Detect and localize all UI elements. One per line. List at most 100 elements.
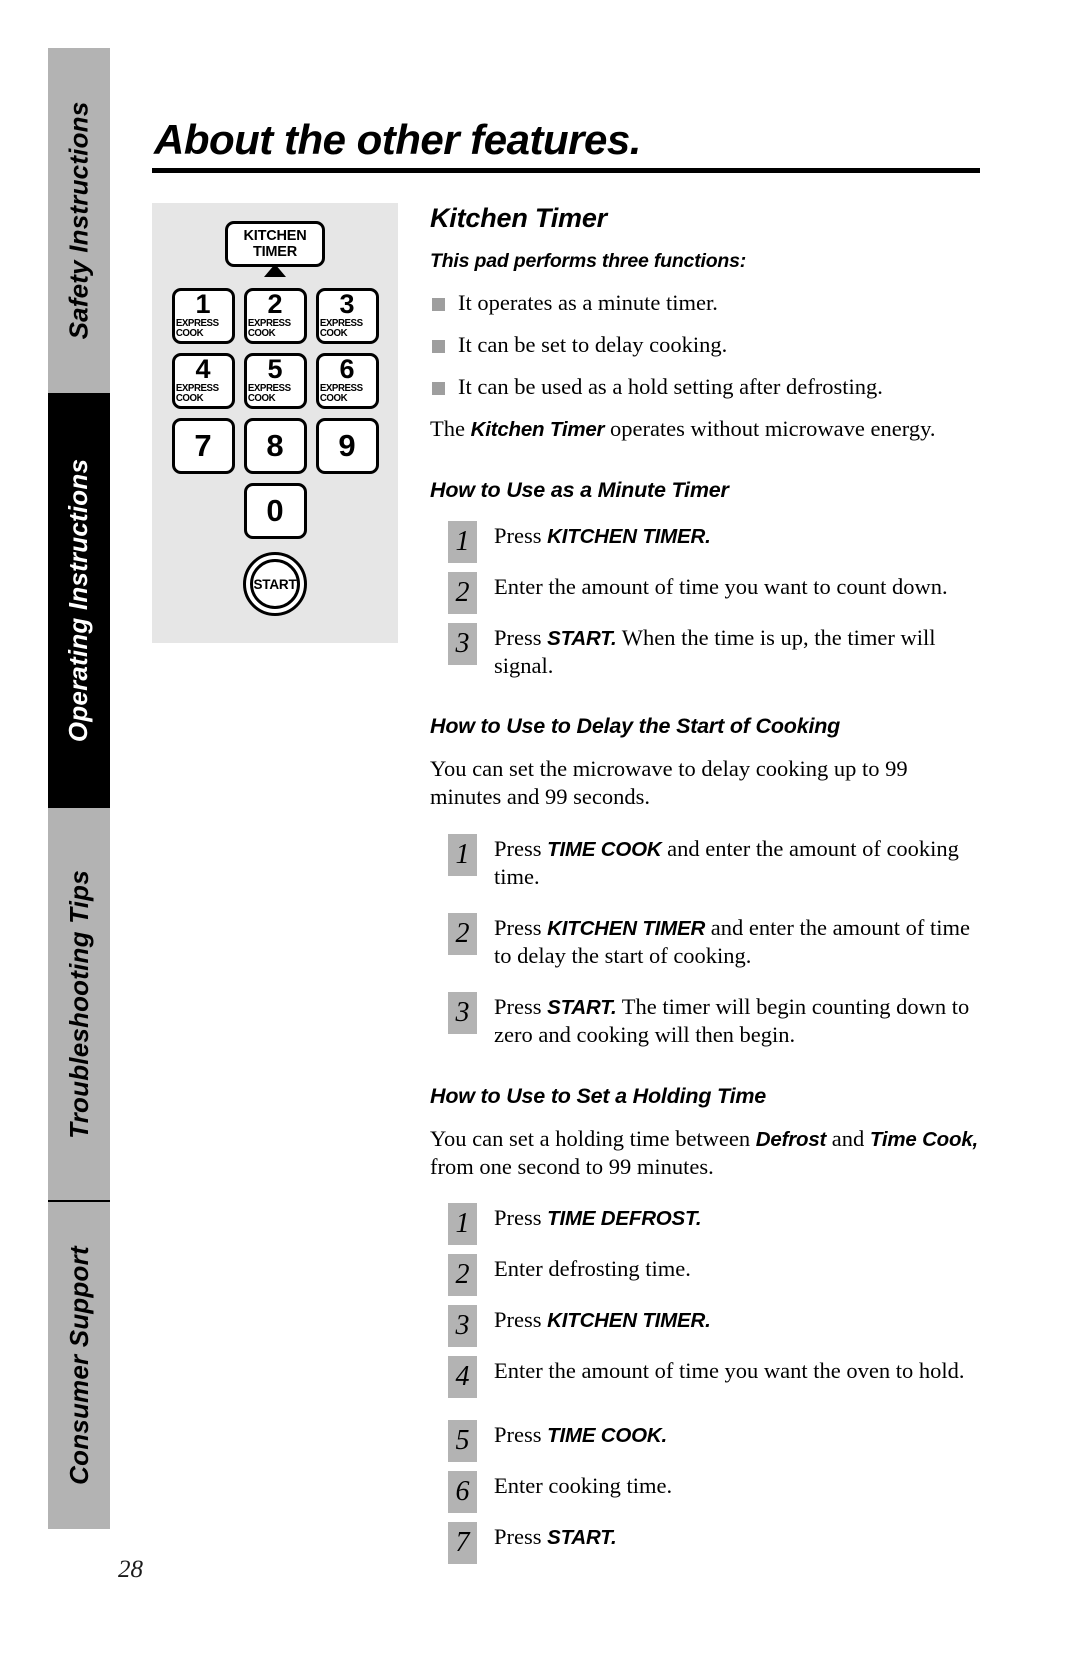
step-text-prefix: Press [494, 835, 548, 861]
list-item: It can be set to delay cooking. [430, 331, 980, 359]
key-7[interactable]: 7 [171, 418, 235, 475]
step-number: 3 [448, 1305, 477, 1348]
key-digit: 0 [266, 492, 284, 528]
step-item: 1 Press TIME COOK and enter the amount o… [448, 832, 980, 891]
step-text-prefix: Enter defrosting time. [494, 1256, 691, 1282]
kitchen-timer-key[interactable]: KITCHEN TIMER [225, 221, 325, 268]
intro-part-1: You can set a holding time between [430, 1125, 756, 1151]
list-item-text: It can be set to delay cooking. [458, 332, 728, 358]
intro-bold-time-cook: Time Cook, [869, 1127, 979, 1151]
key-4[interactable]: 4 EXPRESS COOK [171, 353, 235, 410]
steps-delay-cooking: 1 Press TIME COOK and enter the amount o… [430, 832, 980, 1050]
sidebar-item-troubleshooting-tips[interactable]: Troubleshooting Tips [48, 808, 110, 1201]
key-0[interactable]: 0 [243, 483, 307, 540]
page-number: 28 [118, 1556, 143, 1583]
step-number: 2 [448, 913, 477, 955]
intro-bold-defrost: Defrost [755, 1127, 827, 1151]
keypad-diagram: KITCHEN TIMER 1 EXPRESS COOK 2 EXPRESS C… [152, 203, 398, 644]
step-text: Press START. The timer will begin counti… [494, 990, 980, 1049]
step-text-prefix: Press [494, 1422, 548, 1448]
step-item: 2 Press KITCHEN TIMER and enter the amou… [448, 911, 980, 970]
step-number: 6 [448, 1471, 477, 1514]
step-text-prefix: Press [494, 994, 548, 1020]
step-text: Press KITCHEN TIMER and enter the amount… [494, 911, 980, 970]
key-sublabel: EXPRESS COOK [247, 383, 291, 404]
step-text-bold: TIME DEFROST. [547, 1207, 702, 1231]
step-number: 1 [448, 520, 477, 563]
heading-delay-cooking: How to Use to Delay the Start of Cooking [430, 714, 841, 739]
step-item: 4 Enter the amount of time you want the … [448, 1354, 980, 1399]
key-8[interactable]: 8 [243, 418, 307, 475]
key-1[interactable]: 1 EXPRESS COOK [171, 288, 235, 345]
step-item: 1 Press KITCHEN TIMER. [448, 519, 980, 563]
key-sublabel: EXPRESS COOK [319, 383, 363, 404]
step-number: 3 [448, 992, 477, 1035]
step-item: 1 Press TIME DEFROST. [448, 1201, 980, 1246]
step-text: Press KITCHEN TIMER. [494, 1303, 980, 1334]
step-text-prefix: Press [494, 1205, 548, 1231]
key-sublabel: EXPRESS COOK [175, 318, 219, 339]
key-9[interactable]: 9 [315, 418, 379, 475]
note-prefix: The [430, 416, 471, 442]
step-text-prefix: Press [494, 915, 548, 940]
key-5[interactable]: 5 EXPRESS COOK [243, 353, 307, 410]
key-digit: 2 [267, 289, 283, 320]
step-number: 1 [448, 1203, 477, 1246]
step-number: 1 [448, 833, 477, 876]
step-text: Press KITCHEN TIMER. [494, 519, 980, 550]
key-2[interactable]: 2 EXPRESS COOK [243, 288, 307, 345]
key-digit: 8 [266, 427, 284, 463]
functions-bullet-list: It operates as a minute timer. It can be… [430, 289, 980, 401]
start-button[interactable]: START [243, 552, 307, 617]
steps-holding-time: 1 Press TIME DEFROST. 2 Enter defrosting… [430, 1201, 980, 1565]
holding-time-intro: You can set a holding time between Defro… [430, 1125, 980, 1182]
step-text: Press START. [494, 1520, 980, 1551]
step-item: 7 Press START. [448, 1520, 980, 1565]
key-6[interactable]: 6 EXPRESS COOK [315, 353, 379, 410]
step-text-prefix: Enter the amount of time you want the ov… [494, 1358, 965, 1384]
step-item: 2 Enter defrosting time. [448, 1252, 980, 1297]
manual-page: Safety Instructions Operating Instructio… [0, 0, 1080, 1669]
heading-holding-time: How to Use to Set a Holding Time [430, 1083, 767, 1108]
callout-arrow-icon [264, 264, 286, 278]
step-text-prefix: Enter the amount of time you want to cou… [494, 573, 948, 599]
square-bullet-icon [432, 340, 445, 354]
step-item: 6 Enter cooking time. [448, 1469, 980, 1514]
delay-cooking-intro: You can set the microwave to delay cooki… [430, 756, 908, 810]
list-item-text: It operates as a minute timer. [458, 290, 718, 316]
step-text-bold: KITCHEN TIMER. [547, 1309, 711, 1333]
step-text-bold: TIME COOK [547, 837, 662, 861]
step-text: Enter the amount of time you want the ov… [494, 1354, 980, 1385]
page-title: About the other features. [154, 116, 641, 163]
step-number: 7 [448, 1522, 477, 1565]
step-number: 2 [448, 571, 477, 614]
sidebar-item-consumer-support[interactable]: Consumer Support [48, 1201, 110, 1529]
step-text-bold: START. [547, 996, 617, 1020]
sidebar-item-label: Safety Instructions [63, 101, 94, 340]
step-text: Enter cooking time. [494, 1469, 980, 1500]
sidebar-item-operating-instructions[interactable]: Operating Instructions [48, 393, 110, 808]
sidebar-item-label: Operating Instructions [63, 458, 94, 743]
keypad-row-3: 7 8 9 [171, 418, 379, 475]
sidebar-item-label: Consumer Support [63, 1245, 94, 1485]
heading-minute-timer: How to Use as a Minute Timer [430, 477, 729, 502]
key-sublabel: EXPRESS COOK [247, 318, 291, 339]
keypad-row-1: 1 EXPRESS COOK 2 EXPRESS COOK 3 EXPRESS … [171, 288, 379, 345]
list-item-text: It can be used as a hold setting after d… [458, 374, 883, 400]
key-sublabel: EXPRESS COOK [319, 318, 363, 339]
step-item: 5 Press TIME COOK. [448, 1418, 980, 1463]
section-tab-strip: Safety Instructions Operating Instructio… [48, 48, 110, 1529]
step-text-prefix: Press [494, 624, 548, 650]
step-text-bold: TIME COOK. [547, 1424, 667, 1448]
step-number: 2 [448, 1254, 477, 1297]
square-bullet-icon [432, 382, 445, 396]
page-content: About the other features. KITCHEN TIMER … [152, 116, 980, 1571]
section-note: The Kitchen Timer operates without micro… [430, 415, 980, 443]
key-3[interactable]: 3 EXPRESS COOK [315, 288, 379, 345]
step-item: 2 Enter the amount of time you want to c… [448, 570, 980, 614]
section-title: Kitchen Timer [430, 203, 607, 234]
sidebar-item-safety-instructions[interactable]: Safety Instructions [48, 48, 110, 393]
kitchen-timer-key-line2: TIMER [252, 244, 298, 261]
step-text-prefix: Press [494, 1307, 548, 1333]
key-digit: 7 [194, 427, 212, 463]
